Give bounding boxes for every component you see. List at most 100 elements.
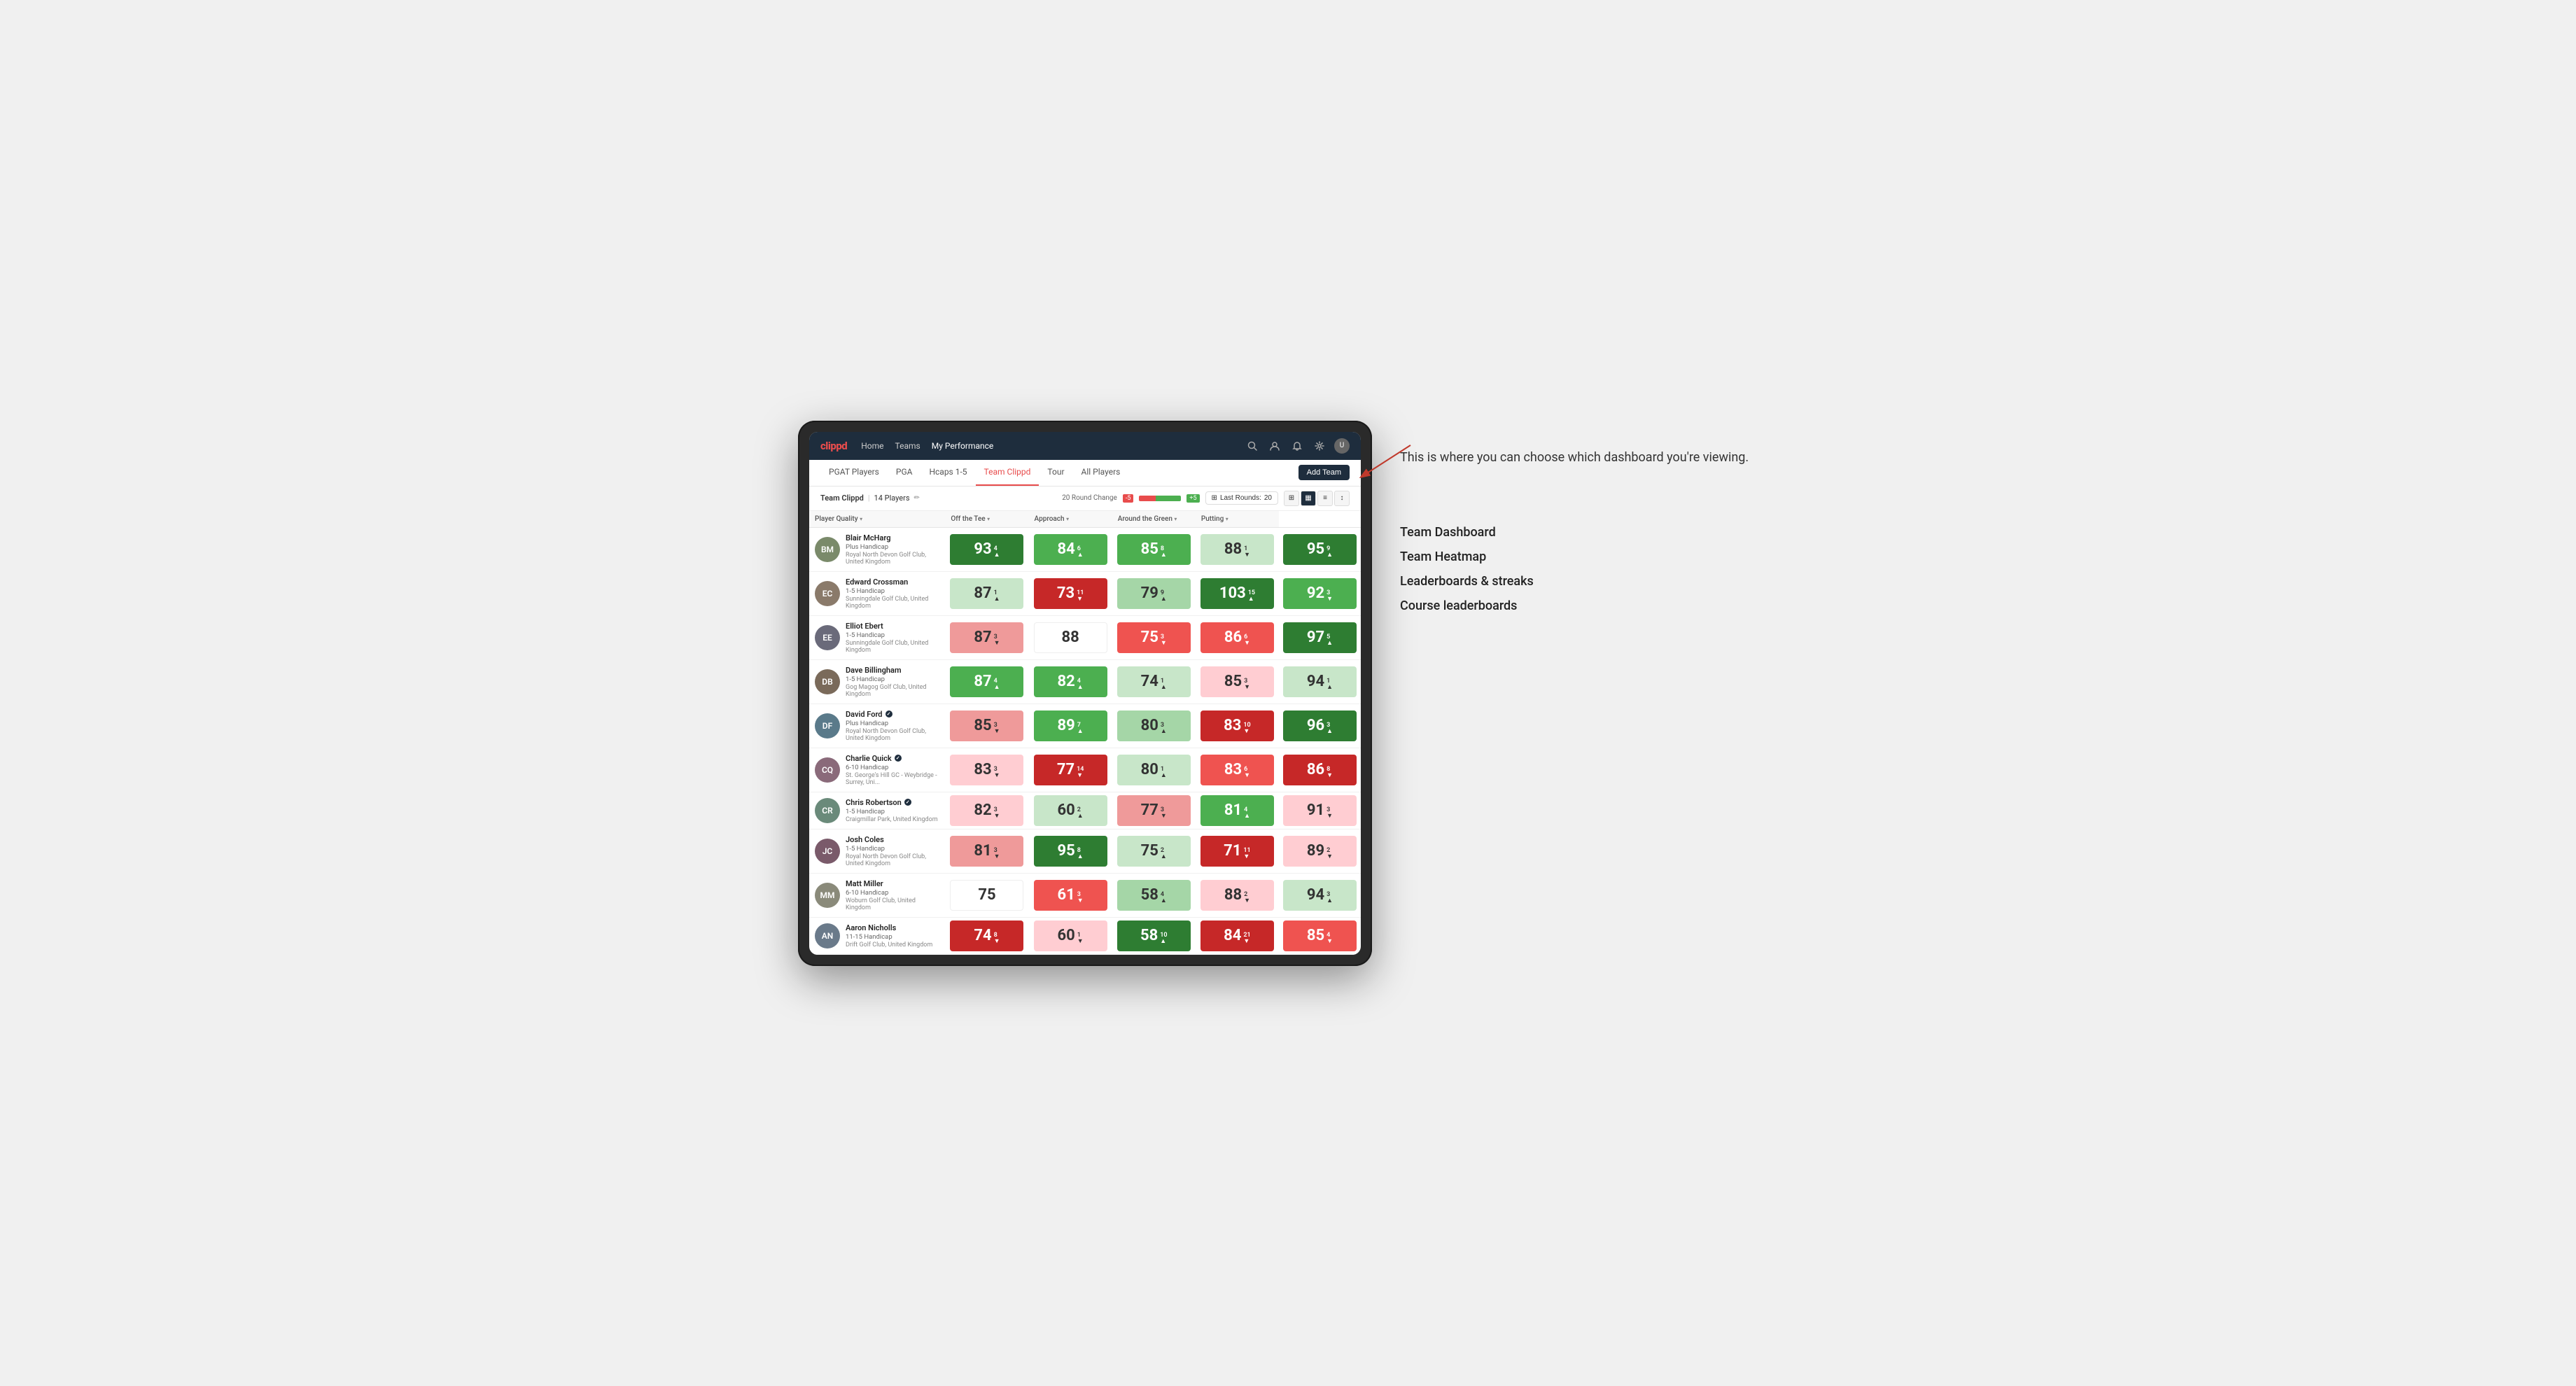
metric-cell: 88 2▼ [1196,873,1279,917]
metric-cell: 71 11▼ [1196,829,1279,873]
player-cell[interactable]: CR Chris Robertson✓ 1-5 Handicap Craigmi… [809,792,945,829]
metric-cell: 60 1▼ [1029,917,1112,954]
player-club: Sunningdale Golf Club, United Kingdom [846,640,939,654]
bell-icon[interactable] [1289,438,1305,454]
subnav-team[interactable]: Team Clippd [976,459,1040,486]
player-club: Royal North Devon Golf Club, United King… [846,853,939,867]
player-cell[interactable]: AN Aaron Nicholls 11-15 Handicap Drift G… [809,917,945,954]
navbar: clippd Home Teams My Performance [809,432,1361,460]
team-name: Team Clippd [820,493,864,503]
tablet-device: clippd Home Teams My Performance [798,421,1372,966]
player-count: 14 Players [874,493,910,503]
col-putting-label: Putting [1201,515,1224,523]
subnav-all[interactable]: All Players [1073,459,1129,486]
player-cell[interactable]: EE Elliot Ebert 1-5 Handicap Sunningdale… [809,615,945,659]
metric-cell: 83 10▼ [1196,704,1279,748]
player-avatar: DF [815,713,840,738]
main-content: Player Quality ▾ Off the Tee ▾ Approach … [809,511,1361,955]
annotation-team-dashboard: Team Dashboard [1400,522,1778,542]
metric-cell: 74 1▲ [1112,659,1196,704]
col-player[interactable]: Player Quality ▾ [809,511,945,528]
table-row: JC Josh Coles 1-5 Handicap Royal North D… [809,829,1361,873]
metric-cell: 77 3▼ [1112,792,1196,829]
metric-cell: 84 6▲ [1029,527,1112,571]
metric-cell: 80 1▲ [1112,748,1196,792]
player-club: Gog Magog Golf Club, United Kingdom [846,684,939,698]
player-name: Blair McHarg [846,533,939,542]
table-row: EC Edward Crossman 1-5 Handicap Sunningd… [809,571,1361,615]
user-avatar[interactable]: U [1334,438,1350,454]
nav-link-teams[interactable]: Teams [895,438,920,454]
metric-cell: 88 1▼ [1196,527,1279,571]
subnav-pgat[interactable]: PGAT Players [820,459,888,486]
player-cell[interactable]: EC Edward Crossman 1-5 Handicap Sunningd… [809,571,945,615]
metric-cell: 89 2▼ [1279,829,1361,873]
app-logo[interactable]: clippd [820,440,847,452]
metric-cell: 58 10▲ [1112,917,1196,954]
player-avatar: BM [815,537,840,562]
add-team-button[interactable]: Add Team [1298,465,1350,480]
tablet-screen: clippd Home Teams My Performance [809,432,1361,955]
sort-button[interactable]: ↕ [1334,491,1350,506]
player-handicap: 6-10 Handicap [846,889,939,897]
player-cell[interactable]: DB Dave Billingham 1-5 Handicap Gog Mago… [809,659,945,704]
col-around-green[interactable]: Around the Green ▾ [1112,511,1196,528]
metric-cell: 95 8▲ [1029,829,1112,873]
nav-icons: U [1245,438,1350,454]
subnav-pga[interactable]: PGA [888,459,921,486]
annotation-course-leaderboards: Course leaderboards [1400,596,1778,616]
metric-cell: 85 3▼ [1196,659,1279,704]
settings-icon[interactable] [1312,438,1327,454]
metric-cell: 83 3▼ [945,748,1028,792]
sort-off-tee-icon: ▾ [987,516,990,522]
player-cell[interactable]: CQ Charlie Quick✓ 6-10 Handicap St. Geor… [809,748,945,792]
subnav-links: PGAT Players PGA Hcaps 1-5 Team Clippd T… [820,459,1298,486]
player-avatar: EE [815,625,840,650]
table-row: CQ Charlie Quick✓ 6-10 Handicap St. Geor… [809,748,1361,792]
player-cell[interactable]: MM Matt Miller 6-10 Handicap Woburn Golf… [809,873,945,917]
list-view-button[interactable]: ≡ [1317,491,1333,506]
player-avatar: EC [815,581,840,606]
player-cell[interactable]: DF David Ford✓ Plus Handicap Royal North… [809,704,945,748]
player-avatar: CQ [815,757,840,783]
col-approach[interactable]: Approach ▾ [1029,511,1112,528]
metric-cell: 58 4▲ [1112,873,1196,917]
subnav-hcaps[interactable]: Hcaps 1-5 [920,459,975,486]
player-cell[interactable]: JC Josh Coles 1-5 Handicap Royal North D… [809,829,945,873]
player-club: Woburn Golf Club, United Kingdom [846,897,939,911]
col-around-green-label: Around the Green [1118,515,1172,523]
col-putting[interactable]: Putting ▾ [1196,511,1279,528]
last-rounds-button[interactable]: ⊞ Last Rounds: 20 [1205,491,1278,505]
nav-links: Home Teams My Performance [861,438,1231,454]
metric-cell: 83 6▼ [1196,748,1279,792]
col-off-tee[interactable]: Off the Tee ▾ [945,511,1028,528]
player-name: Aaron Nicholls [846,923,932,932]
edit-icon[interactable]: ✏ [914,494,920,502]
player-handicap: Plus Handicap [846,720,939,727]
metric-cell: 89 7▲ [1029,704,1112,748]
color-bar-green [1156,496,1181,501]
metric-cell: 86 8▼ [1279,748,1361,792]
team-bar-right: 20 Round Change -5 +5 ⊞ Last Rounds: 20 … [1062,491,1350,506]
verified-icon: ✓ [886,710,892,718]
nav-link-home[interactable]: Home [861,438,883,454]
subnav-tour[interactable]: Tour [1039,459,1072,486]
player-name: David Ford✓ [846,710,939,719]
player-handicap: 1-5 Handicap [846,845,939,853]
verified-icon: ✓ [895,755,902,762]
annotations-panel: This is where you can choose which dashb… [1400,421,1778,616]
metric-cell: 86 6▼ [1196,615,1279,659]
metric-cell: 88 [1029,615,1112,659]
metric-cell: 87 1▲ [945,571,1028,615]
user-icon[interactable] [1267,438,1282,454]
annotation-intro: This is where you can choose which dashb… [1400,449,1778,466]
search-icon[interactable] [1245,438,1260,454]
metric-cell: 75 [945,873,1028,917]
table-row: MM Matt Miller 6-10 Handicap Woburn Golf… [809,873,1361,917]
grid-view-button[interactable]: ⊞ [1284,491,1299,506]
nav-link-performance[interactable]: My Performance [932,438,994,454]
player-cell[interactable]: BM Blair McHarg Plus Handicap Royal Nort… [809,527,945,571]
last-rounds-label: Last Rounds: [1220,494,1261,502]
heatmap-view-button[interactable]: ▦ [1301,491,1316,506]
metric-cell: 73 11▼ [1029,571,1112,615]
